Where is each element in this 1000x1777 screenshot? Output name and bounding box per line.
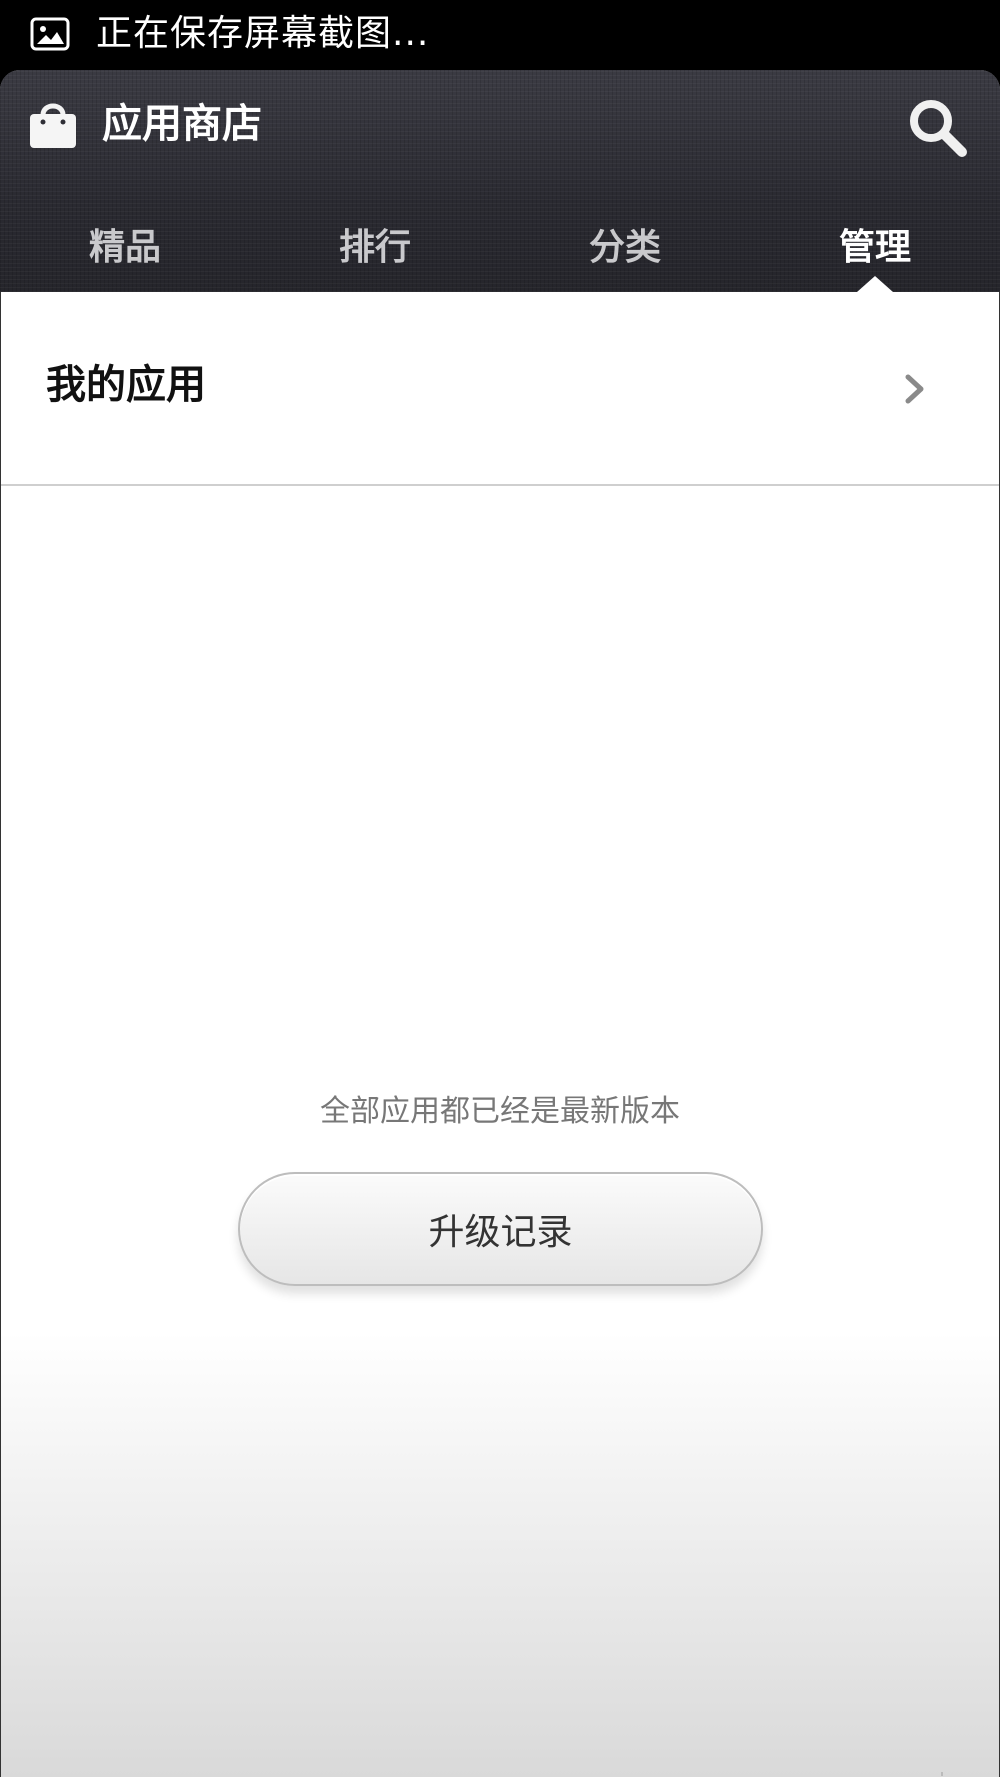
tab-label: 精品	[88, 227, 161, 268]
app-store-window: 应用商店 精品 排行 分类 管理 我的应用 全部应用都已经是最新版本 升级记录	[0, 70, 1000, 1777]
tab-label: 排行	[338, 227, 411, 268]
tab-categories[interactable]: 分类	[500, 196, 750, 292]
scroll-indicator	[941, 1772, 943, 1777]
my-apps-label: 我的应用	[46, 362, 206, 408]
screen: 正在保存屏幕截图... 应用商店 精品 排行 分类 管理 我的应用 全部应用都已…	[0, 0, 1000, 1777]
app-title: 应用商店	[102, 101, 262, 147]
search-button[interactable]	[904, 94, 970, 160]
manage-content: 我的应用 全部应用都已经是最新版本 升级记录	[0, 292, 1000, 1777]
app-header: 应用商店 精品 排行 分类 管理	[0, 70, 1000, 292]
up-to-date-message: 全部应用都已经是最新版本	[320, 1094, 680, 1129]
shopping-bag-icon	[30, 103, 76, 148]
tab-bar: 精品 排行 分类 管理	[0, 196, 1000, 292]
chevron-right-icon	[905, 374, 924, 404]
upgrade-history-button[interactable]: 升级记录	[238, 1172, 763, 1286]
status-text: 正在保存屏幕截图...	[96, 13, 430, 54]
search-icon	[910, 100, 967, 157]
tab-label: 管理	[838, 227, 911, 268]
status-bar: 正在保存屏幕截图...	[0, 0, 1000, 70]
my-apps-row[interactable]: 我的应用	[1, 292, 999, 486]
active-tab-indicator	[857, 276, 893, 292]
screenshot-image-icon	[30, 17, 70, 51]
tab-label: 分类	[588, 227, 661, 268]
tab-featured[interactable]: 精品	[0, 196, 250, 292]
tab-ranking[interactable]: 排行	[250, 196, 500, 292]
